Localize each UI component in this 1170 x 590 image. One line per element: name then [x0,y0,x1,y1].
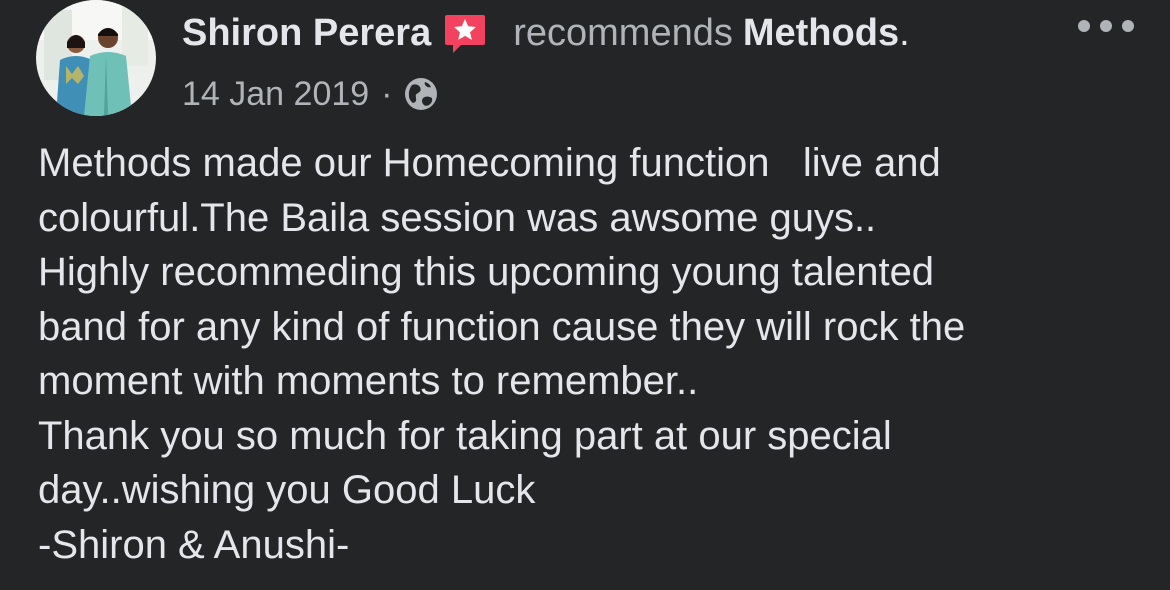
author-avatar[interactable] [36,0,156,116]
post-body-text: Methods made our Homecoming function liv… [38,136,1148,572]
more-options-icon[interactable] [1078,14,1134,38]
more-dot [1078,20,1090,32]
post-body-line: moment with moments to remember.. [38,359,699,403]
post-body-line: -Shiron & Anushi- [38,522,350,567]
post-body-line: day..wishing you Good Luck [38,468,536,512]
recommendation-star-icon [443,11,487,55]
recommendation-post: Shiron Perera recommends Methods. 14 Jan… [0,0,1170,590]
header-period: . [899,12,910,54]
post-date[interactable]: 14 Jan 2019 [182,72,369,116]
more-dot [1122,20,1134,32]
post-body-line: band for any kind of function cause they… [38,304,966,349]
post-body-line: Methods made our Homecoming function liv… [38,141,941,185]
more-dot [1100,20,1112,32]
post-body-line: Highly recommeding this upcoming young t… [38,250,935,294]
post-meta: 14 Jan 2019 · [182,72,439,116]
recommend-verb: recommends [513,12,733,54]
post-body-line: Thank you so much for taking part at our… [38,413,892,458]
post-header: Shiron Perera recommends Methods. [182,8,910,58]
meta-separator: · [381,75,393,113]
post-body-line: colourful.The Baila session was awsome g… [38,195,877,240]
recommended-page-name[interactable]: Methods [743,8,899,58]
author-name[interactable]: Shiron Perera [182,8,431,58]
globe-icon[interactable] [403,76,439,112]
